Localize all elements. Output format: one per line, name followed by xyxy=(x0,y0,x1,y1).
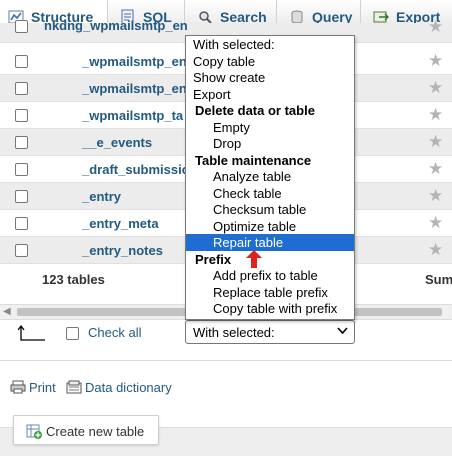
sum-label: Sum xyxy=(425,272,452,287)
favorite-star-icon[interactable]: ★ xyxy=(428,214,444,231)
favorite-star-icon[interactable]: ★ xyxy=(428,187,444,204)
table-name[interactable]: _entry_notes xyxy=(82,243,163,258)
print-icon xyxy=(10,380,26,394)
table-name[interactable]: __e_events xyxy=(82,135,152,150)
with-selected-value: With selected: xyxy=(193,325,275,340)
print-link[interactable]: Print xyxy=(10,380,56,395)
table-name[interactable]: _wpmailsmtp_ta xyxy=(82,108,183,123)
data-dictionary-label: Data dictionary xyxy=(85,380,172,395)
option-check-table[interactable]: Check table xyxy=(186,185,354,202)
option-optimize-table[interactable]: Optimize table xyxy=(186,218,354,235)
data-dictionary-link[interactable]: Data dictionary xyxy=(66,380,172,395)
table-name[interactable]: nkdng_wpmailsmtp_en xyxy=(44,18,188,33)
row-checkbox[interactable] xyxy=(15,190,28,203)
bulk-action-bar: Check all With selected: xyxy=(0,320,452,346)
favorite-star-icon[interactable]: ★ xyxy=(428,18,444,35)
row-checkbox[interactable] xyxy=(15,55,28,68)
table-name[interactable]: _wpmailsmtp_en xyxy=(82,54,187,69)
row-checkbox[interactable] xyxy=(15,163,28,176)
option-empty[interactable]: Empty xyxy=(186,119,354,136)
option-checksum-table[interactable]: Checksum table xyxy=(186,201,354,218)
red-arrow-icon xyxy=(246,250,262,268)
print-label: Print xyxy=(29,380,56,395)
option-repair-table[interactable]: Repair table xyxy=(186,234,354,251)
row-checkbox[interactable] xyxy=(15,109,28,122)
option-add-prefix-to-table[interactable]: Add prefix to table xyxy=(186,267,354,284)
row-checkbox[interactable] xyxy=(15,244,28,257)
with-selected-select[interactable]: With selected: xyxy=(185,320,355,344)
option-show-create[interactable]: Show create xyxy=(186,69,354,86)
favorite-star-icon[interactable]: ★ xyxy=(428,79,444,96)
optgroup-prefix: Prefix xyxy=(195,252,232,267)
arrow-up-left-icon xyxy=(18,325,45,341)
favorite-star-icon[interactable]: ★ xyxy=(428,133,444,150)
data-dictionary-icon xyxy=(66,380,82,394)
optgroup-delete-data-or-table: Delete data or table xyxy=(195,103,315,118)
favorite-star-icon[interactable]: ★ xyxy=(428,106,444,123)
scroll-left-icon[interactable]: ◀ xyxy=(3,306,11,317)
row-checkbox[interactable] xyxy=(15,136,28,149)
favorite-star-icon[interactable]: ★ xyxy=(428,241,444,258)
table-name[interactable]: _wpmailsmtp_en xyxy=(82,81,187,96)
option-export[interactable]: Export xyxy=(186,86,354,103)
create-new-table-label: Create new table xyxy=(46,424,145,439)
row-checkbox[interactable] xyxy=(15,82,28,95)
option-with-selected[interactable]: With selected: xyxy=(186,36,354,53)
table-count: 123 tables xyxy=(42,272,105,287)
create-new-table-button[interactable]: Create new table xyxy=(13,415,159,445)
divider xyxy=(0,360,452,361)
optgroup-table-maintenance: Table maintenance xyxy=(195,153,312,168)
check-all-label[interactable]: Check all xyxy=(88,325,141,340)
option-replace-table-prefix[interactable]: Replace table prefix xyxy=(186,284,354,301)
table-name[interactable]: _entry xyxy=(82,189,121,204)
option-copy-table[interactable]: Copy table xyxy=(186,53,354,70)
option-drop[interactable]: Drop xyxy=(186,135,354,152)
add-table-icon xyxy=(26,424,42,439)
option-copy-table-with-prefix[interactable]: Copy table with prefix xyxy=(186,300,354,317)
table-name[interactable]: _entry_meta xyxy=(82,216,159,231)
favorite-star-icon[interactable]: ★ xyxy=(428,52,444,69)
chevron-down-icon xyxy=(337,325,348,339)
with-selected-dropdown: With selected: Copy table Show create Ex… xyxy=(185,35,355,320)
favorite-star-icon[interactable]: ★ xyxy=(428,160,444,177)
row-checkbox[interactable] xyxy=(15,20,28,33)
check-all-checkbox[interactable] xyxy=(66,327,79,340)
option-analyze-table[interactable]: Analyze table xyxy=(186,168,354,185)
table-name[interactable]: _draft_submissio xyxy=(82,162,190,177)
row-checkbox[interactable] xyxy=(15,217,28,230)
